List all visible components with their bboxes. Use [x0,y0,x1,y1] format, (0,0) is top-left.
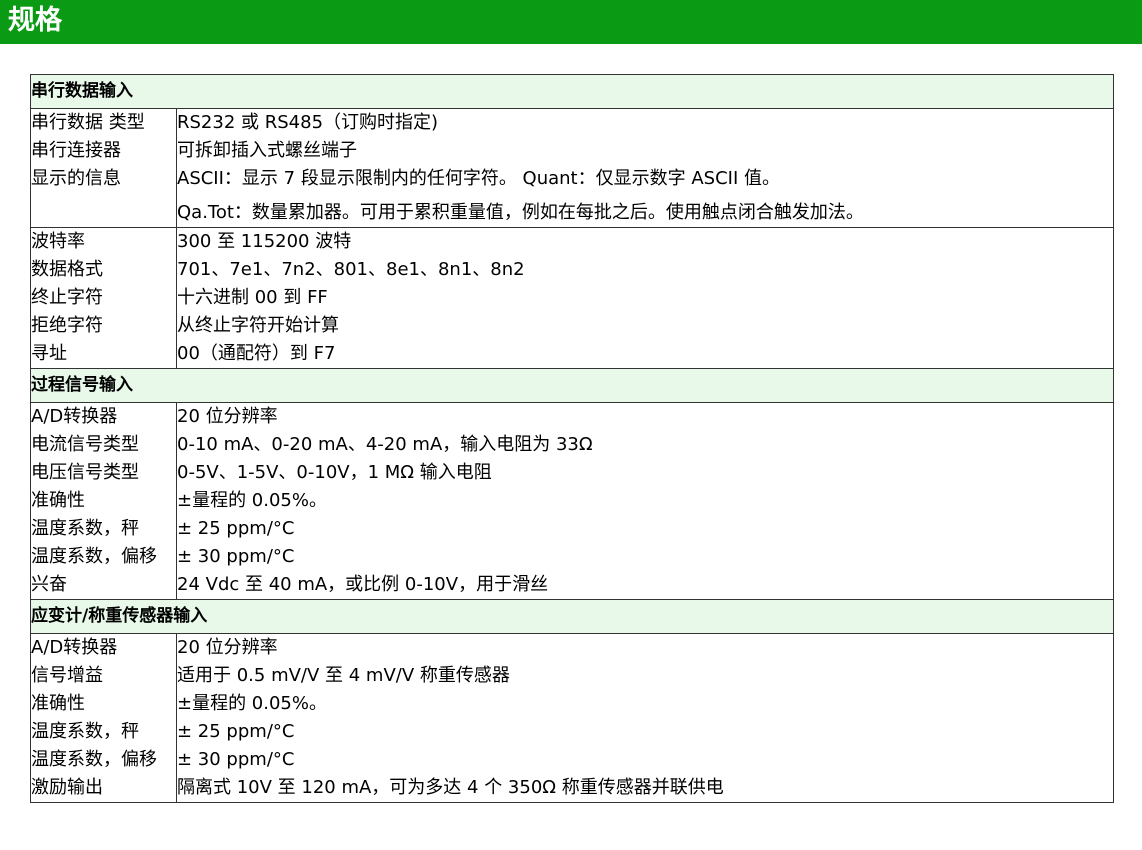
spec-labels: 串行数据 类型 串行连接器 显示的信息 [30,108,177,228]
spec-value: 适用于 0.5 mV/V 至 4 mV/V 称重传感器 [177,665,510,686]
spec-value: 24 Vdc 至 40 mA，或比例 0-10V，用于滑丝 [177,574,549,595]
spec-value: 0-5V、1-5V、0-10V，1 MΩ 输入电阻 [177,462,492,483]
spec-values: 300 至 115200 波特 701、7e1、7n2、801、8e1、8n1、… [176,227,1114,369]
spec-label: 准确性 [31,693,85,714]
spec-labels: A/D转换器 电流信号类型 电压信号类型 准确性 温度系数，秤 温度系数，偏移 … [30,402,177,600]
spec-label: 激励输出 [31,777,103,798]
spec-value: 701、7e1、7n2、801、8e1、8n1、8n2 [177,259,525,280]
spec-value: 十六进制 00 到 FF [177,287,328,308]
spec-value: ± 30 ppm/°C [177,546,295,567]
spec-label: A/D转换器 [31,406,118,427]
spec-label: 数据格式 [31,259,103,280]
spec-value: 可拆卸插入式螺丝端子 [177,140,357,161]
spec-value: 20 位分辨率 [177,406,278,427]
spec-labels: 波特率 数据格式 终止字符 拒绝字符 寻址 [30,227,177,369]
spec-label: 终止字符 [31,287,103,308]
spec-labels: A/D转换器 信号增益 准确性 温度系数，秤 温度系数，偏移 激励输出 [30,633,177,803]
spec-label: 电压信号类型 [31,462,139,483]
spec-value: ± 25 ppm/°C [177,721,295,742]
spec-value: 20 位分辨率 [177,637,278,658]
spec-value: ASCII：显示 7 段显示限制内的任何字符。 Quant：仅显示数字 ASCI… [177,168,780,189]
spec-value: 0-10 mA、0-20 mA、4-20 mA，输入电阻为 33Ω [177,434,593,455]
spec-value: 隔离式 10V 至 120 mA，可为多达 4 个 350Ω 称重传感器并联供电 [177,777,724,798]
section-header-row: 过程信号输入 [30,368,1114,403]
spec-label: 信号增益 [31,665,103,686]
section-title: 串行数据输入 [30,74,1114,109]
spec-group-row: A/D转换器 电流信号类型 电压信号类型 准确性 温度系数，秤 温度系数，偏移 … [30,402,1114,600]
spec-value: RS232 或 RS485（订购时指定) [177,112,439,133]
spec-label: 寻址 [31,343,67,364]
spec-table: 串行数据输入 串行数据 类型 串行连接器 显示的信息 RS232 或 RS485… [30,74,1114,803]
spec-group-row: A/D转换器 信号增益 准确性 温度系数，秤 温度系数，偏移 激励输出 20 位… [30,633,1114,803]
spec-label: 温度系数，偏移 [31,749,157,770]
spec-label: 拒绝字符 [31,315,103,336]
spec-value: ± 30 ppm/°C [177,749,295,770]
spec-value: ±量程的 0.05%。 [177,490,327,511]
spec-label: 显示的信息 [31,168,121,189]
spec-values: RS232 或 RS485（订购时指定) 可拆卸插入式螺丝端子 ASCII：显示… [176,108,1114,228]
spec-label: 准确性 [31,490,85,511]
section-title: 应变计/称重传感器输入 [30,599,1114,634]
section-header-row: 应变计/称重传感器输入 [30,599,1114,634]
spec-values: 20 位分辨率 0-10 mA、0-20 mA、4-20 mA，输入电阻为 33… [176,402,1114,600]
spec-label: 温度系数，秤 [31,518,139,539]
section-header-row: 串行数据输入 [30,74,1114,109]
spec-label: 串行数据 类型 [31,112,145,133]
spec-value: 从终止字符开始计算 [177,315,339,336]
spec-value: 300 至 115200 波特 [177,231,352,252]
spec-value: ±量程的 0.05%。 [177,693,327,714]
section-title: 过程信号输入 [30,368,1114,403]
spec-label: 兴奋 [31,574,67,595]
spec-value: 00（通配符）到 F7 [177,343,336,364]
spec-value: ± 25 ppm/°C [177,518,295,539]
spec-values: 20 位分辨率 适用于 0.5 mV/V 至 4 mV/V 称重传感器 ±量程的… [176,633,1114,803]
spec-value: Qa.Tot：数量累加器。可用于累积重量值，例如在每批之后。使用触点闭合触发加法… [177,202,864,223]
spec-label: 温度系数，秤 [31,721,139,742]
header-bar: 规格 [0,0,1142,44]
spec-label: 电流信号类型 [31,434,139,455]
spec-label: 温度系数，偏移 [31,546,157,567]
spec-group-row: 串行数据 类型 串行连接器 显示的信息 RS232 或 RS485（订购时指定)… [30,108,1114,228]
spec-label: 波特率 [31,231,85,252]
page-title: 规格 [8,5,62,36]
spec-label: A/D转换器 [31,637,118,658]
spec-group-row: 波特率 数据格式 终止字符 拒绝字符 寻址 300 至 115200 波特 70… [30,227,1114,369]
spec-label: 串行连接器 [31,140,121,161]
